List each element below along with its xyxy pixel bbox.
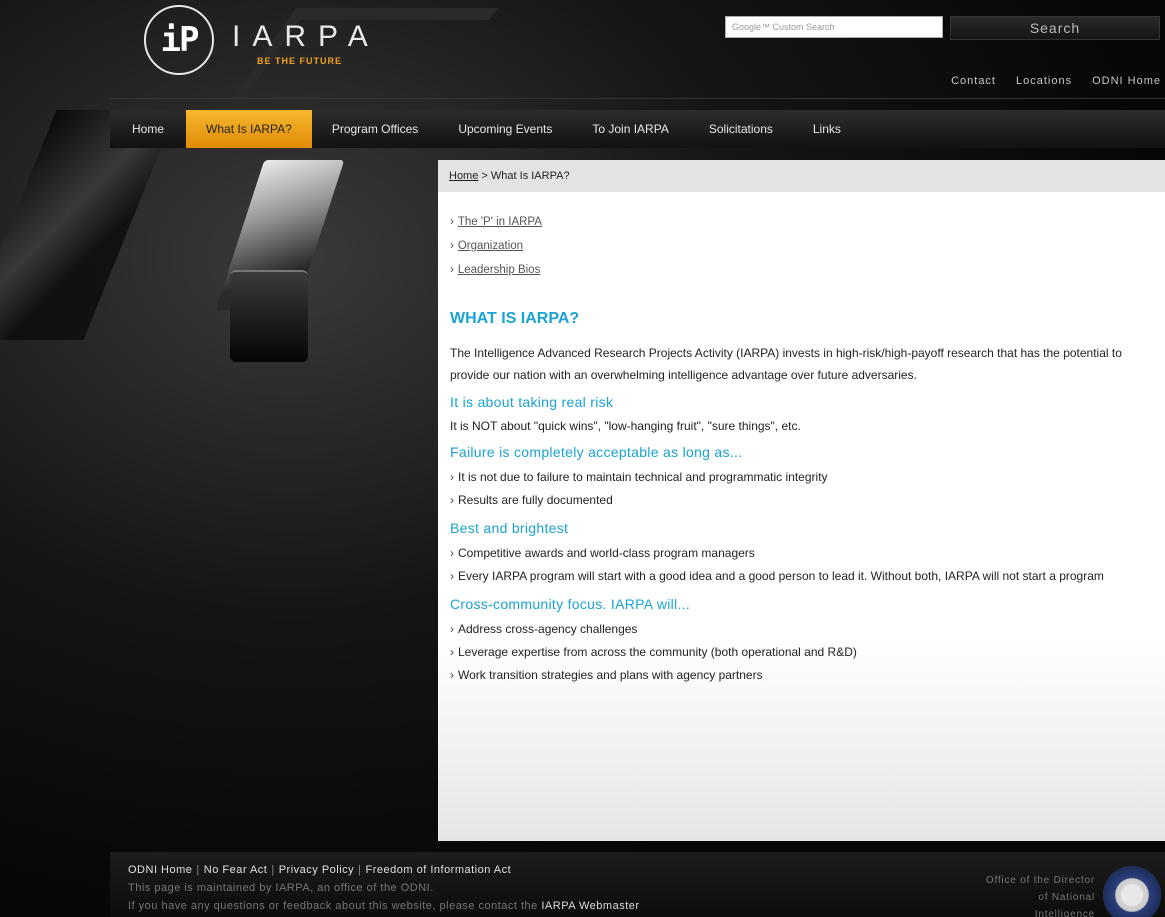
- list-item: › Leadership Bios: [450, 258, 1153, 282]
- page-title: WHAT IS IARPA?: [450, 310, 580, 327]
- bullet-icon: ›: [450, 668, 454, 682]
- list-item: › Organization: [450, 234, 1153, 258]
- nav-item-program-offices[interactable]: Program Offices: [312, 110, 438, 148]
- list-item: › Leverage expertise from across the comm…: [450, 641, 1153, 664]
- list-item-text: Results are fully documented: [458, 493, 613, 507]
- footer-note: This page is maintained by IARPA, an off…: [128, 882, 434, 894]
- nav-item-home[interactable]: Home: [110, 110, 186, 148]
- intro-paragraph: The Intelligence Advanced Research Proje…: [450, 346, 1122, 382]
- breadcrumb: Home > What Is IARPA?: [438, 160, 1165, 192]
- footer-contact-text: If you have any questions or feedback ab…: [128, 900, 538, 912]
- footer-link-foia[interactable]: Freedom of Information Act: [366, 864, 512, 876]
- list-item-text: Address cross-agency challenges: [458, 622, 638, 636]
- list-item: › The 'P' in IARPA: [450, 210, 1153, 234]
- content-panel: Home > What Is IARPA? › The 'P' in IARPA …: [438, 160, 1165, 841]
- logo-icon[interactable]: iP: [144, 5, 214, 75]
- section-heading: Failure is completely acceptable as long…: [450, 444, 743, 460]
- logo-name[interactable]: IARPA: [232, 20, 380, 54]
- bullet-icon: ›: [450, 264, 454, 276]
- nav-item-upcoming-events[interactable]: Upcoming Events: [438, 110, 572, 148]
- section-heading: It is about taking real risk: [450, 394, 614, 410]
- bullet-icon: ›: [450, 470, 454, 484]
- header-divider: [110, 98, 1165, 99]
- list-item: › Work transition strategies and plans wi…: [450, 664, 1153, 687]
- bullet-icon: ›: [450, 645, 454, 659]
- breadcrumb-separator: >: [481, 170, 488, 182]
- utility-links: Contact Locations ODNI Home: [951, 75, 1161, 87]
- section-list: › It is not due to failure to maintain te…: [450, 466, 1153, 512]
- bullet-icon: ›: [450, 546, 454, 560]
- logo-mark: iP: [160, 20, 200, 60]
- list-item-text: Leverage expertise from across the commu…: [458, 645, 857, 659]
- locations-link[interactable]: Locations: [1016, 75, 1072, 87]
- footer-separator: |: [271, 864, 275, 876]
- section-heading: Best and brightest: [450, 520, 569, 536]
- footer-link-odni-home[interactable]: ODNI Home: [128, 864, 192, 876]
- main-content: › The 'P' in IARPA › Organization › Leaders…: [438, 192, 1165, 687]
- footer-separator: |: [358, 864, 362, 876]
- breadcrumb-home-link[interactable]: Home: [449, 170, 478, 182]
- list-item-text: Every IARPA program will start with a go…: [458, 569, 1104, 583]
- list-item-text: Competitive awards and world-class progr…: [458, 546, 755, 560]
- nav-item-links[interactable]: Links: [793, 110, 861, 148]
- search-button[interactable]: Search: [950, 16, 1160, 40]
- footer: ODNI Home | No Fear Act | Privacy Policy | Fre…: [110, 852, 1165, 917]
- odni-seal-icon[interactable]: [1103, 866, 1161, 917]
- search-input[interactable]: [725, 16, 943, 38]
- bullet-icon: ›: [450, 216, 454, 228]
- list-item: › It is not due to failure to maintain te…: [450, 466, 1153, 489]
- odni-home-link[interactable]: ODNI Home: [1092, 75, 1161, 87]
- list-item-text: Work transition strategies and plans wit…: [458, 668, 763, 682]
- bullet-icon: ›: [450, 622, 454, 636]
- webmaster-link[interactable]: IARPA Webmaster: [541, 900, 639, 912]
- footer-contact-note: If you have any questions or feedback ab…: [128, 900, 640, 912]
- section-list: › Competitive awards and world-class prog…: [450, 542, 1153, 588]
- page-frame: iP IARPA BE THE FUTURE Search Contact Lo…: [0, 0, 1165, 917]
- breadcrumb-current: What Is IARPA?: [490, 170, 570, 182]
- list-item: › Address cross-agency challenges: [450, 618, 1153, 641]
- sub-navigation: › The 'P' in IARPA › Organization › Leaders…: [450, 210, 1153, 282]
- contact-link[interactable]: Contact: [951, 75, 996, 87]
- sublink-p-in-iarpa[interactable]: The 'P' in IARPA: [458, 216, 542, 228]
- bullet-icon: ›: [450, 569, 454, 583]
- nav-item-what-is-iarpa[interactable]: What Is IARPA?: [186, 110, 312, 148]
- footer-separator: |: [196, 864, 200, 876]
- list-item: › Results are fully documented: [450, 489, 1153, 512]
- decorative-bar: [230, 270, 308, 362]
- sublink-organization[interactable]: Organization: [458, 240, 523, 252]
- section-list: › Address cross-agency challenges › Levera…: [450, 618, 1153, 687]
- bullet-icon: ›: [450, 493, 454, 507]
- footer-links: ODNI Home | No Fear Act | Privacy Policy | Fre…: [128, 864, 511, 876]
- footer-link-privacy-policy[interactable]: Privacy Policy: [279, 864, 354, 876]
- list-item: › Competitive awards and world-class prog…: [450, 542, 1153, 565]
- odni-line: Intelligence: [1034, 909, 1095, 917]
- logo-tagline: BE THE FUTURE: [257, 56, 342, 66]
- section-heading: Cross-community focus. IARPA will...: [450, 596, 691, 612]
- list-item-text: It is not due to failure to maintain tec…: [458, 470, 828, 484]
- nav-item-to-join-iarpa[interactable]: To Join IARPA: [572, 110, 688, 148]
- bullet-icon: ›: [450, 240, 454, 252]
- odni-line: of National: [1038, 892, 1095, 903]
- odni-line: Office of the Director: [985, 875, 1095, 886]
- sublink-leadership-bios[interactable]: Leadership Bios: [458, 264, 540, 276]
- nav-item-solicitations[interactable]: Solicitations: [689, 110, 793, 148]
- main-nav: Home What Is IARPA? Program Offices Upco…: [110, 110, 1165, 148]
- section-text: It is NOT about "quick wins", "low-hangi…: [450, 419, 801, 433]
- footer-link-no-fear-act[interactable]: No Fear Act: [204, 864, 268, 876]
- list-item: › Every IARPA program will start with a g…: [450, 565, 1153, 588]
- odni-text: Office of the Director of National Intel…: [965, 872, 1095, 917]
